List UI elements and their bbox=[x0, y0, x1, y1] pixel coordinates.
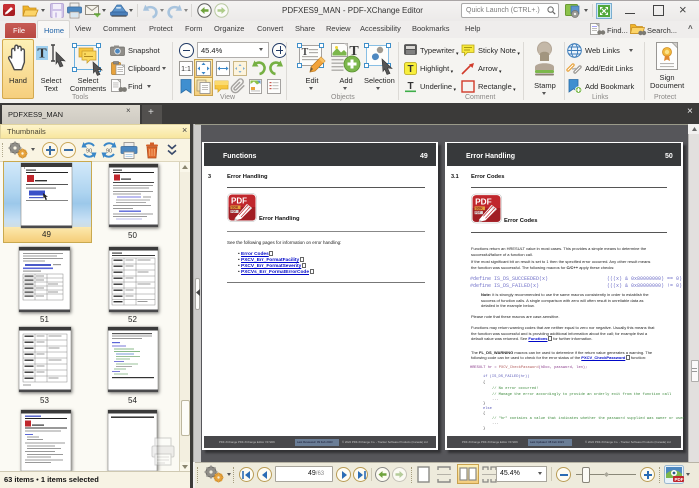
svg-text:PDF: PDF bbox=[475, 210, 481, 214]
svg-text:90: 90 bbox=[86, 149, 92, 155]
svg-text:1:1: 1:1 bbox=[181, 66, 191, 73]
svg-text:T: T bbox=[407, 64, 413, 75]
svg-text:PDF: PDF bbox=[231, 209, 237, 213]
svg-text:T: T bbox=[37, 47, 47, 62]
svg-text:T: T bbox=[407, 81, 413, 92]
svg-text:SDK: SDK bbox=[231, 205, 239, 209]
svg-text:PDF: PDF bbox=[231, 196, 247, 205]
svg-text:SDK: SDK bbox=[475, 206, 483, 210]
svg-text:90: 90 bbox=[106, 149, 112, 155]
svg-text:PDF: PDF bbox=[675, 477, 684, 482]
svg-text:PDF: PDF bbox=[475, 197, 492, 206]
